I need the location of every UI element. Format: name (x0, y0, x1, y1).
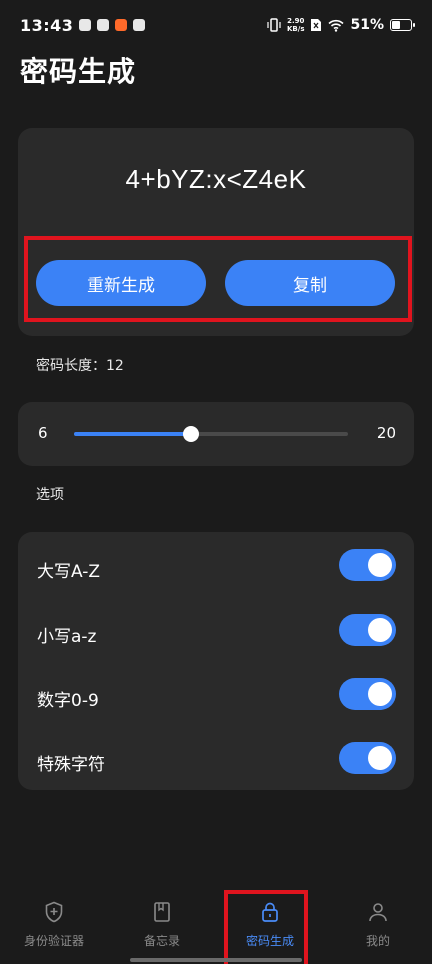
battery-fill (392, 21, 401, 29)
options-card: 大写A-Z 小写a-z 数字0-9 特殊字符 (18, 532, 414, 790)
battery-percent: 51% (350, 17, 384, 33)
toggle-knob (368, 682, 392, 706)
net-speed-value: 2.90 (287, 17, 305, 25)
slider-min-label: 6 (38, 424, 48, 442)
special-chars-toggle[interactable] (339, 742, 396, 774)
notification-icon (133, 19, 146, 31)
status-time: 13:43 (20, 15, 74, 35)
home-indicator[interactable] (130, 958, 302, 962)
option-row-special: 特殊字符 (18, 740, 414, 780)
nav-label: 我的 (365, 934, 390, 948)
option-row-digits: 数字0-9 (18, 676, 414, 716)
battery-icon (390, 19, 415, 31)
regenerate-button[interactable]: 重新生成 (36, 260, 206, 306)
toggle-knob (368, 553, 392, 577)
toggle-knob (368, 746, 392, 770)
option-label: 特殊字符 (37, 755, 105, 775)
length-slider-card: 6 20 (18, 402, 414, 466)
wifi-icon (328, 19, 345, 32)
notification-icon (79, 19, 92, 31)
slider-max-label: 20 (376, 424, 396, 442)
shield-plus-icon (45, 901, 63, 923)
option-row-lowercase: 小写a-z (18, 612, 414, 652)
nav-highlight-box (224, 890, 308, 964)
nav-label: 备忘录 (143, 934, 180, 948)
digits-toggle[interactable] (339, 678, 396, 710)
notification-icon (115, 19, 128, 31)
sim-icon (311, 19, 322, 31)
nav-label: 身份验证器 (23, 934, 84, 948)
password-length-label: 密码长度：12 (36, 358, 124, 374)
nav-item-profile[interactable]: 我的 (324, 890, 432, 964)
slider-fill (74, 432, 192, 436)
vibrate-icon (267, 18, 281, 32)
slider-thumb[interactable] (183, 426, 200, 442)
options-section-label: 选项 (36, 487, 64, 503)
option-label: 数字0-9 (37, 691, 99, 711)
generated-password[interactable]: 4+bYZ:x<Z4eK (18, 164, 414, 195)
lowercase-toggle[interactable] (339, 614, 396, 646)
nav-item-authenticator[interactable]: 身份验证器 (0, 890, 108, 964)
option-row-uppercase: 大写A-Z (18, 547, 414, 587)
toggle-knob (368, 618, 392, 642)
copy-button[interactable]: 复制 (225, 260, 395, 306)
uppercase-toggle[interactable] (339, 549, 396, 581)
net-speed: 2.90 KB/s (287, 17, 304, 33)
status-bar: 13:43 2.90 KB/s 51% (0, 0, 432, 50)
bottom-navigation: 身份验证器 备忘录 密码生成 我的 (0, 890, 432, 964)
book-icon (154, 902, 170, 922)
length-slider[interactable] (74, 426, 348, 442)
option-label: 小写a-z (37, 627, 97, 647)
page-title: 密码生成 (20, 55, 137, 88)
person-icon (369, 903, 387, 922)
net-speed-unit: KB/s (287, 25, 305, 33)
notification-icon (97, 19, 110, 31)
nav-item-notes[interactable]: 备忘录 (108, 890, 216, 964)
option-label: 大写A-Z (37, 562, 101, 582)
